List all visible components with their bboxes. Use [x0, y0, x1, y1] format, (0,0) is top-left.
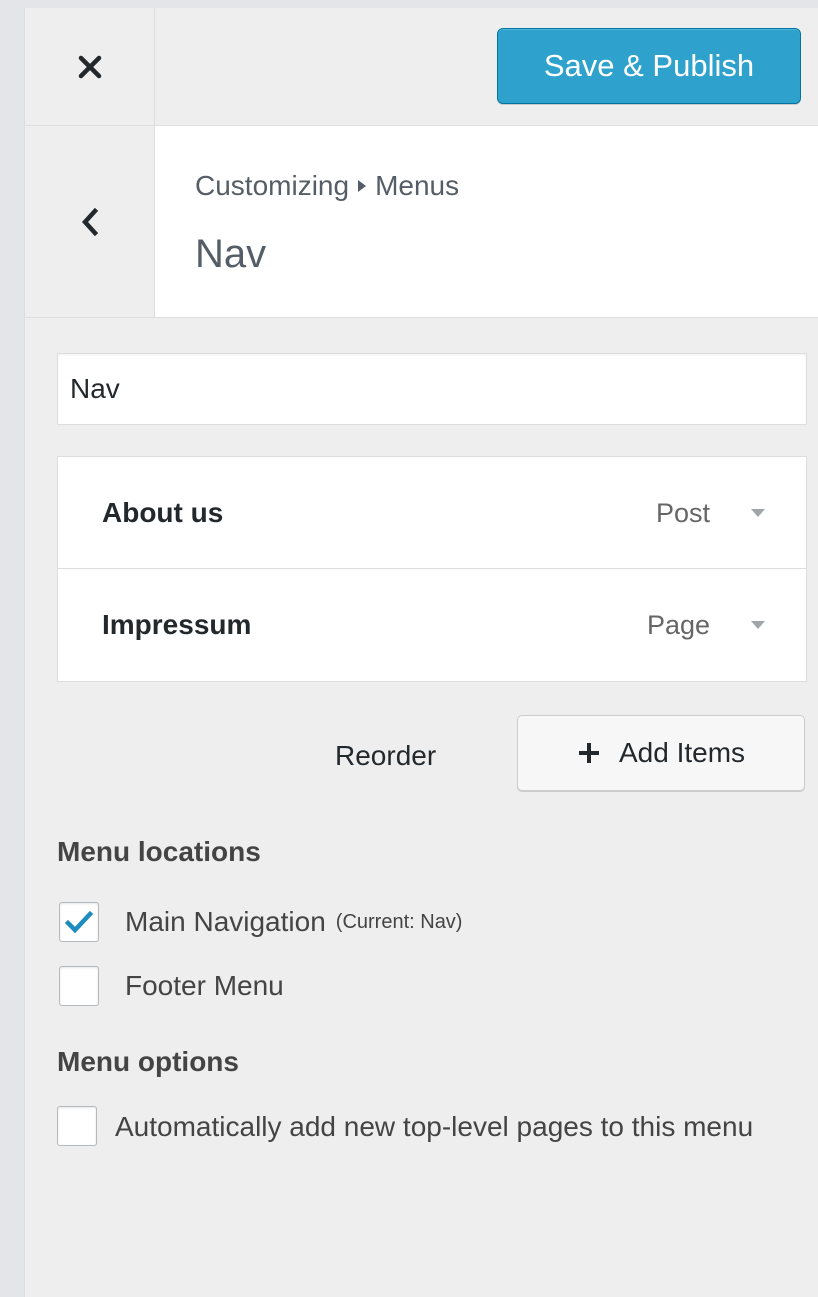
chevron-left-icon — [81, 207, 98, 236]
caret-down-icon[interactable] — [738, 569, 778, 681]
current-menu-note: (Current: Nav) — [335, 910, 463, 933]
main-navigation-checkbox[interactable] — [59, 902, 99, 942]
menu-options-heading: Menu options — [57, 1046, 239, 1077]
auto-add-label: Automatically add new top-level pages to… — [115, 1111, 754, 1142]
location-main-navigation[interactable]: Main Navigation (Current: Nav) — [59, 902, 462, 942]
menu-name-input[interactable] — [57, 353, 807, 425]
reorder-link[interactable]: Reorder — [335, 740, 436, 772]
breadcrumb-parent: Customizing — [195, 170, 350, 201]
menu-item-type: Post — [655, 498, 710, 528]
footer-menu-label: Footer Menu — [125, 970, 284, 1001]
breadcrumb-current: Menus — [375, 170, 460, 201]
close-button[interactable] — [25, 8, 155, 126]
breadcrumb: Customizing Menus — [195, 170, 459, 202]
add-items-button[interactable]: Add Items — [517, 715, 805, 791]
caret-down-icon[interactable] — [738, 457, 778, 569]
menu-item-title: About us — [102, 497, 224, 528]
menu-items-list: About us Post Impressum Page — [57, 456, 807, 682]
menu-item-type: Page — [646, 610, 710, 640]
close-icon — [78, 55, 101, 79]
menu-item[interactable]: About us Post — [58, 457, 806, 569]
main-navigation-label: Main Navigation — [125, 906, 326, 937]
plus-icon — [577, 741, 601, 765]
auto-add-checkbox[interactable] — [57, 1105, 97, 1146]
checkmark-icon — [65, 910, 93, 934]
menu-item-title: Impressum — [102, 609, 252, 640]
menu-locations-heading: Menu locations — [57, 836, 261, 867]
section-title-bar: Customizing Menus Nav — [25, 126, 818, 318]
add-items-label: Add Items — [618, 737, 746, 768]
back-button[interactable] — [25, 126, 155, 317]
caret-right-icon — [357, 179, 367, 193]
menu-item[interactable]: Impressum Page — [58, 569, 806, 681]
footer-menu-checkbox[interactable] — [59, 966, 99, 1006]
location-footer-menu[interactable]: Footer Menu — [59, 966, 284, 1006]
customizer-panel: Save & Publish Customizing Menus Nav Abo… — [24, 8, 818, 1297]
page-title: Nav — [195, 232, 267, 276]
auto-add-option[interactable]: Automatically add new top-level pages to… — [57, 1098, 817, 1156]
customizer-header: Save & Publish — [25, 8, 818, 126]
save-publish-button[interactable]: Save & Publish — [497, 28, 801, 104]
